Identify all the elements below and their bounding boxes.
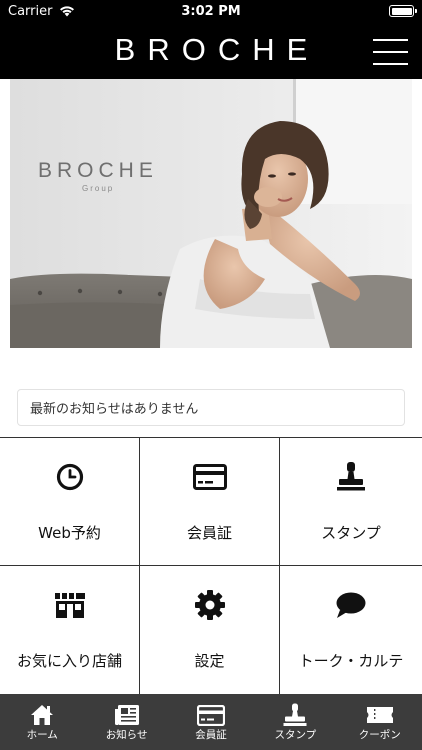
settings-button[interactable]: 設定	[140, 566, 280, 694]
store-icon	[54, 593, 85, 618]
app-header: BROCHE	[0, 24, 422, 79]
tab-membership-card[interactable]: 会員証	[169, 694, 253, 750]
wall-logo-sub: Group	[82, 184, 114, 193]
menu-line	[373, 39, 408, 41]
menu-grid: Web予約 会員証 スタンプ お気に入り店舗 設定 トーク・カルテ	[0, 437, 422, 694]
status-time: 3:02 PM	[181, 4, 241, 19]
tab-news[interactable]: お知らせ	[84, 694, 168, 750]
menu-line	[373, 51, 408, 53]
tab-coupon-label: クーポン	[358, 729, 401, 741]
wall-logo: BROCHE	[38, 159, 158, 182]
gear-icon	[194, 590, 225, 620]
web-reservation-button[interactable]: Web予約	[0, 438, 140, 566]
brand-logo: BROCHE	[114, 32, 320, 67]
chat-icon	[336, 592, 366, 618]
home-icon	[31, 705, 54, 725]
web-reservation-label: Web予約	[38, 524, 101, 542]
hero-photo: BROCHE Group	[10, 79, 412, 348]
tab-home-label: ホーム	[26, 729, 58, 741]
news-message: 最新のお知らせはありません	[30, 402, 199, 417]
card-icon	[192, 464, 227, 490]
membership-card-label: 会員証	[186, 524, 232, 542]
settings-label: 設定	[194, 652, 225, 670]
stamp-icon	[283, 703, 307, 726]
stamp-icon	[337, 462, 365, 491]
tab-membership-card-label: 会員証	[195, 729, 227, 741]
hamburger-menu-button[interactable]	[373, 39, 408, 65]
stamp-button[interactable]: スタンプ	[280, 438, 422, 566]
tab-home[interactable]: ホーム	[0, 694, 84, 750]
clock-icon	[56, 463, 83, 491]
tab-stamp[interactable]: スタンプ	[253, 694, 337, 750]
stamp-label: スタンプ	[321, 524, 381, 542]
tab-coupon[interactable]: クーポン	[338, 694, 422, 750]
news-icon	[114, 705, 139, 725]
tab-news-label: お知らせ	[105, 729, 148, 741]
card-icon	[196, 704, 225, 726]
membership-card-button[interactable]: 会員証	[140, 438, 280, 566]
favorite-store-label: お気に入り店舗	[16, 652, 122, 670]
favorite-store-button[interactable]: お気に入り店舗	[0, 566, 140, 694]
ticket-icon	[366, 707, 393, 723]
news-banner[interactable]: 最新のお知らせはありません	[17, 389, 405, 426]
hero-banner: BROCHE Group	[10, 79, 412, 348]
talk-chart-button[interactable]: トーク・カルテ	[280, 566, 422, 694]
battery-icon	[389, 5, 417, 17]
talk-chart-label: トーク・カルテ	[298, 652, 404, 670]
menu-line	[373, 63, 408, 65]
status-bar: Carrier 3:02 PM	[0, 0, 422, 24]
bottom-tab-bar: ホーム お知らせ 会員証 スタンプ クーポン	[0, 694, 422, 750]
tab-stamp-label: スタンプ	[274, 729, 317, 741]
